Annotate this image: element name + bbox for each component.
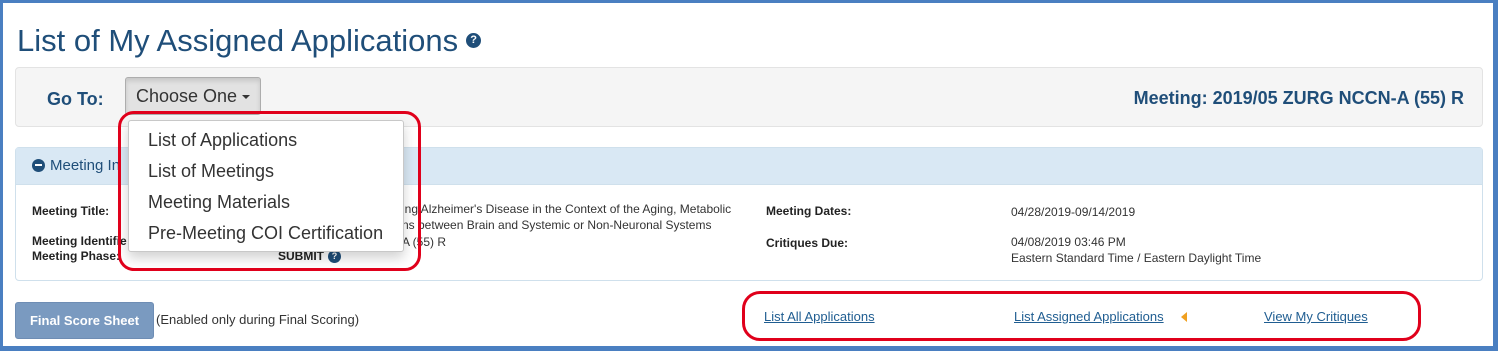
final-score-note: (Enabled only during Final Scoring) <box>156 312 360 327</box>
critiques-due-timezone: Eastern Standard Time / Eastern Daylight… <box>1011 251 1262 265</box>
links-highlight-outline <box>742 291 1421 341</box>
meeting-phase-label: Meeting Phase: <box>32 249 121 263</box>
page-title-text: List of My Assigned Applications <box>17 23 459 58</box>
window-frame: List of My Assigned Applications? Go To:… <box>3 3 1493 346</box>
meeting-title-line1: ing Alzheimer's Disease in the Context o… <box>402 202 732 216</box>
dropdown-highlight-outline <box>118 111 421 271</box>
final-score-sheet-button[interactable]: Final Score Sheet <box>15 302 154 339</box>
choose-one-label: Choose One <box>135 86 238 106</box>
caret-down-icon <box>242 95 251 100</box>
critiques-due-value: 04/08/2019 03:46 PM <box>1011 235 1126 249</box>
meeting-identifier-label: Meeting Identifie <box>32 234 127 248</box>
meeting-label: Meeting: 2019/05 ZURG NCCN-A (55) R <box>1133 88 1464 108</box>
critiques-due-label: Critiques Due: <box>766 236 849 250</box>
meeting-info-heading-text: Meeting In <box>50 157 121 174</box>
choose-one-dropdown-button[interactable]: Choose One <box>125 77 261 115</box>
meeting-dates-value: 04/28/2019-09/14/2019 <box>1011 205 1136 219</box>
collapse-minus-icon[interactable] <box>32 158 45 172</box>
goto-label: Go To: <box>47 89 104 109</box>
meeting-dates-label: Meeting Dates: <box>766 204 852 218</box>
meeting-title-label: Meeting Title: <box>32 204 110 218</box>
page-title: List of My Assigned Applications? <box>17 23 482 59</box>
help-icon[interactable]: ? <box>466 33 482 49</box>
meeting-title-line2: ns between Brain and Systemic or Non-Neu… <box>402 218 712 232</box>
